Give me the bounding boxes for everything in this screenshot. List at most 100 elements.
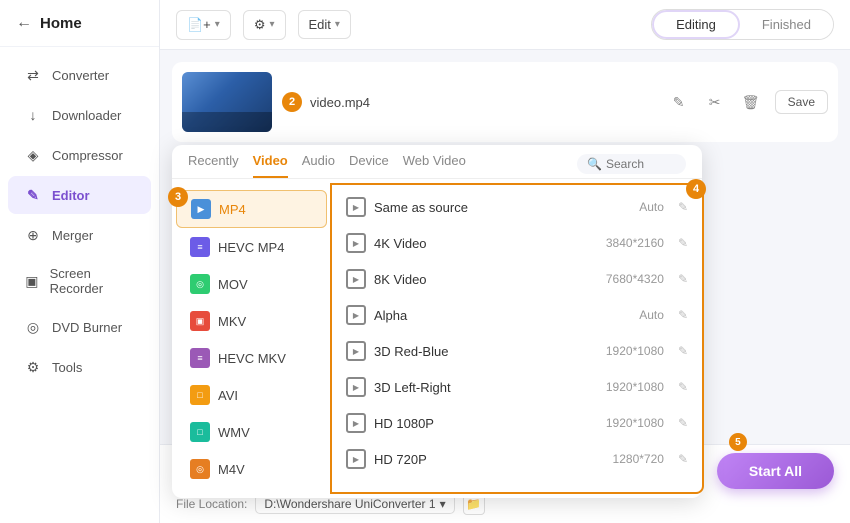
hevc-mkv-icon: ≡ bbox=[190, 348, 210, 368]
save-button[interactable]: Save bbox=[775, 90, 828, 114]
sidebar-item-downloader[interactable]: ↓ Downloader bbox=[8, 96, 151, 134]
format-search-input[interactable] bbox=[606, 157, 676, 171]
editor-icon: ✎ bbox=[24, 186, 42, 204]
preset-3d-red-blue[interactable]: ▶ 3D Red-Blue 1920*1080 ✎ bbox=[332, 333, 702, 369]
sidebar-item-converter-label: Converter bbox=[52, 68, 109, 83]
settings-button[interactable]: ⚙ ▾ bbox=[243, 10, 286, 40]
preset-list: 4 ▶ Same as source Auto ✎ ▶ 4K Video bbox=[330, 183, 704, 494]
tab-web-video[interactable]: Web Video bbox=[403, 153, 466, 178]
format-dropdown: Recently Video Audio Device Web Video 🔍 bbox=[172, 145, 702, 498]
compressor-icon: ◈ bbox=[24, 146, 42, 164]
preset-hd-720p[interactable]: ▶ HD 720P 1280*720 ✎ bbox=[332, 441, 702, 477]
settings-chevron-icon: ▾ bbox=[269, 19, 274, 30]
sidebar-item-dvd-burner[interactable]: ◎ DVD Burner bbox=[8, 308, 151, 346]
format-avi-label: AVI bbox=[218, 388, 238, 403]
preset-hd-1080p-edit-icon[interactable]: ✎ bbox=[678, 416, 688, 430]
preset-hd-1080p-icon: ▶ bbox=[346, 413, 366, 433]
edit-button[interactable]: Edit ▾ bbox=[298, 10, 351, 39]
preset-3d-left-right[interactable]: ▶ 3D Left-Right 1920*1080 ✎ bbox=[332, 369, 702, 405]
tab-device[interactable]: Device bbox=[349, 153, 389, 178]
format-hevc-mkv-label: HEVC MKV bbox=[218, 351, 286, 366]
preset-hd-1080p-res: 1920*1080 bbox=[606, 416, 664, 430]
format-item-hevc-mkv[interactable]: ≡ HEVC MKV bbox=[176, 340, 327, 376]
sidebar-item-tools-label: Tools bbox=[52, 360, 82, 375]
tab-finished[interactable]: Finished bbox=[740, 10, 833, 39]
step-2-badge: 2 bbox=[282, 92, 302, 112]
preset-same-edit-icon[interactable]: ✎ bbox=[678, 200, 688, 214]
toolbar: 📄+ ▾ ⚙ ▾ Edit ▾ Editing Finished bbox=[160, 0, 850, 50]
sidebar-item-editor-label: Editor bbox=[52, 188, 90, 203]
preset-hd-1080p[interactable]: ▶ HD 1080P 1920*1080 ✎ bbox=[332, 405, 702, 441]
format-item-mov[interactable]: ◎ MOV bbox=[176, 266, 327, 302]
sidebar-item-dvd-burner-label: DVD Burner bbox=[52, 320, 122, 335]
preset-4k-res: 3840*2160 bbox=[606, 236, 664, 250]
converter-icon: ⇄ bbox=[24, 66, 42, 84]
preset-alpha-edit-icon[interactable]: ✎ bbox=[678, 308, 688, 322]
format-item-hevc-mp4[interactable]: ≡ HEVC MP4 bbox=[176, 229, 327, 265]
preset-4k-icon: ▶ bbox=[346, 233, 366, 253]
format-tabs-row: Recently Video Audio Device Web Video 🔍 bbox=[172, 145, 702, 179]
edit-chevron-icon: ▾ bbox=[335, 19, 340, 30]
file-location-label: File Location: bbox=[176, 497, 247, 511]
file-info-row: 2 video.mp4 bbox=[282, 92, 655, 112]
format-item-avi[interactable]: □ AVI bbox=[176, 377, 327, 413]
tab-recently[interactable]: Recently bbox=[188, 153, 239, 178]
delete-icon[interactable]: 🗑 bbox=[737, 88, 765, 116]
sidebar-item-downloader-label: Downloader bbox=[52, 108, 121, 123]
format-item-mkv[interactable]: ▣ MKV bbox=[176, 303, 327, 339]
sidebar-item-tools[interactable]: ⚙ Tools bbox=[8, 348, 151, 386]
file-location-value: D:\Wondershare UniConverter 1 bbox=[264, 497, 435, 511]
m4v-icon: ◎ bbox=[190, 459, 210, 479]
edit-file-icon[interactable]: ✎ bbox=[665, 88, 693, 116]
sidebar-item-merger[interactable]: ⊕ Merger bbox=[8, 216, 151, 254]
format-m4v-label: M4V bbox=[218, 462, 245, 477]
preset-3d-red-blue-edit-icon[interactable]: ✎ bbox=[678, 344, 688, 358]
video-thumbnail bbox=[182, 72, 272, 132]
file-actions: ✎ ✂ 🗑 bbox=[665, 88, 765, 116]
format-body: 3 ▶ MP4 ≡ HEVC MP4 ◎ M bbox=[172, 179, 702, 498]
tab-audio[interactable]: Audio bbox=[302, 153, 335, 178]
editor-area: 2 video.mp4 ✎ ✂ 🗑 Save Recently Video Au… bbox=[160, 50, 850, 444]
preset-4k[interactable]: ▶ 4K Video 3840*2160 ✎ bbox=[332, 225, 702, 261]
add-icon: 📄+ bbox=[187, 17, 211, 33]
location-chevron-icon: ▾ bbox=[440, 497, 446, 511]
add-file-button[interactable]: 📄+ ▾ bbox=[176, 10, 231, 40]
start-all-label: Start All bbox=[749, 463, 802, 479]
sidebar-item-merger-label: Merger bbox=[52, 228, 93, 243]
sidebar-item-editor[interactable]: ✎ Editor bbox=[8, 176, 151, 214]
preset-same-as-source[interactable]: ▶ Same as source Auto ✎ bbox=[332, 189, 702, 225]
preset-8k[interactable]: ▶ 8K Video 7680*4320 ✎ bbox=[332, 261, 702, 297]
format-mov-label: MOV bbox=[218, 277, 248, 292]
sidebar-item-compressor-label: Compressor bbox=[52, 148, 123, 163]
mov-icon: ◎ bbox=[190, 274, 210, 294]
preset-alpha[interactable]: ▶ Alpha Auto ✎ bbox=[332, 297, 702, 333]
dvd-burner-icon: ◎ bbox=[24, 318, 42, 336]
preset-3d-left-right-edit-icon[interactable]: ✎ bbox=[678, 380, 688, 394]
mkv-icon: ▣ bbox=[190, 311, 210, 331]
format-hevc-mp4-label: HEVC MP4 bbox=[218, 240, 284, 255]
preset-hd-720p-icon: ▶ bbox=[346, 449, 366, 469]
sidebar-item-screen-recorder[interactable]: ▣ Screen Recorder bbox=[8, 256, 151, 306]
sidebar: ← Home ⇄ Converter ↓ Downloader ◈ Compre… bbox=[0, 0, 160, 523]
preset-4k-edit-icon[interactable]: ✎ bbox=[678, 236, 688, 250]
merger-icon: ⊕ bbox=[24, 226, 42, 244]
add-chevron-icon: ▾ bbox=[215, 19, 220, 30]
back-arrow-icon[interactable]: ← bbox=[16, 14, 32, 32]
sidebar-item-converter[interactable]: ⇄ Converter bbox=[8, 56, 151, 94]
avi-icon: □ bbox=[190, 385, 210, 405]
sidebar-item-compressor[interactable]: ◈ Compressor bbox=[8, 136, 151, 174]
format-item-m4v[interactable]: ◎ M4V bbox=[176, 451, 327, 487]
preset-hd-720p-edit-icon[interactable]: ✎ bbox=[678, 452, 688, 466]
tab-video[interactable]: Video bbox=[253, 153, 288, 178]
tab-editing[interactable]: Editing bbox=[652, 10, 740, 39]
scissors-icon[interactable]: ✂ bbox=[701, 88, 729, 116]
hevc-mp4-icon: ≡ bbox=[190, 237, 210, 257]
preset-8k-edit-icon[interactable]: ✎ bbox=[678, 272, 688, 286]
preset-3d-left-right-icon: ▶ bbox=[346, 377, 366, 397]
start-all-button[interactable]: 5 Start All bbox=[717, 453, 834, 489]
search-icon: 🔍 bbox=[587, 157, 602, 171]
format-item-mp4[interactable]: ▶ MP4 bbox=[176, 190, 327, 228]
file-name: video.mp4 bbox=[310, 95, 370, 110]
preset-same-label: Same as source bbox=[374, 200, 631, 215]
format-item-wmv[interactable]: □ WMV bbox=[176, 414, 327, 450]
